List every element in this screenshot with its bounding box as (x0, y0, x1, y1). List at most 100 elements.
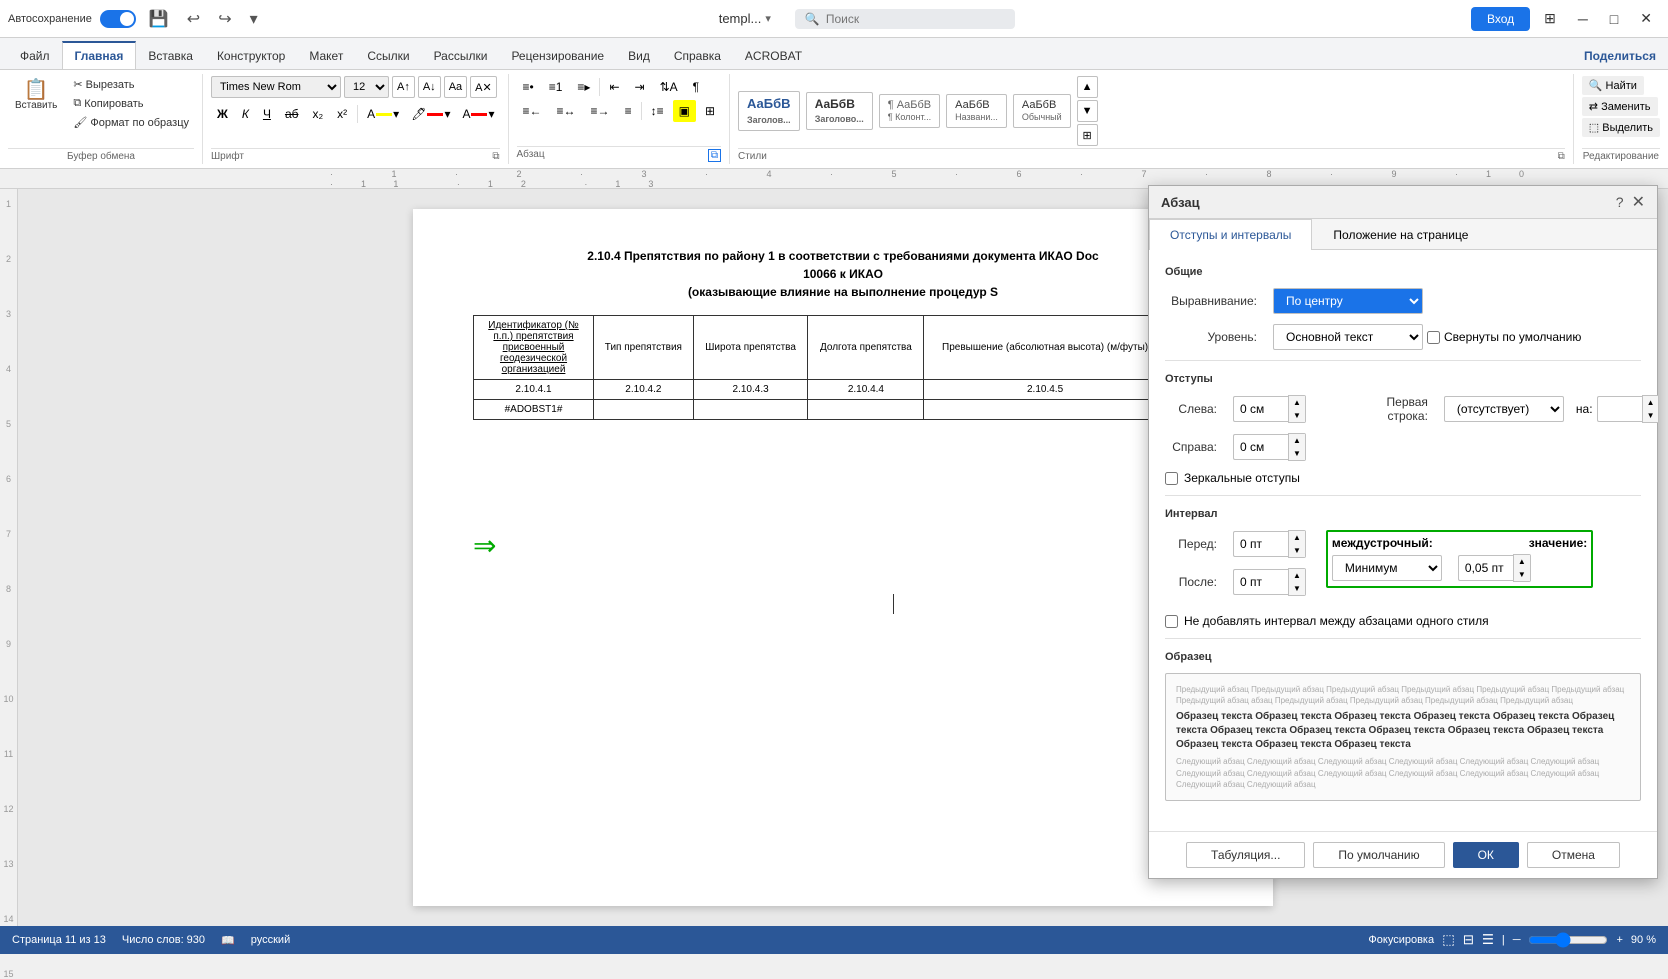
after-input[interactable] (1233, 569, 1288, 595)
style-scroll-down[interactable]: ▼ (1077, 100, 1098, 122)
redo-button[interactable]: ↪ (213, 7, 236, 31)
font-size-decrease-button[interactable]: A↓ (418, 76, 441, 98)
line-value-down-button[interactable]: ▼ (1514, 568, 1530, 581)
bullet-list-button[interactable]: ≡• (517, 76, 540, 98)
tab-view[interactable]: Вид (616, 41, 662, 69)
tab-file[interactable]: Файл (8, 41, 62, 69)
style-scroll-up[interactable]: ▲ (1077, 76, 1098, 98)
before-input[interactable] (1233, 531, 1288, 557)
right-down-button[interactable]: ▼ (1289, 447, 1305, 460)
change-case-button[interactable]: Aa (444, 76, 467, 98)
numbered-list-button[interactable]: ≡1 (543, 76, 569, 98)
on-up-button[interactable]: ▲ (1643, 396, 1659, 409)
align-center-button[interactable]: ≡↔ (551, 100, 582, 122)
highlight-dropdown[interactable]: ▾ (444, 107, 450, 121)
line-value-up-button[interactable]: ▲ (1514, 555, 1530, 568)
bold-button[interactable]: Ж (211, 103, 234, 125)
line-spacing-select[interactable]: Минимум (1332, 555, 1442, 581)
decrease-indent-button[interactable]: ⇤ (603, 76, 625, 98)
customize-button[interactable]: ▾ (245, 7, 263, 31)
strikethrough-button[interactable]: аб (279, 103, 305, 125)
tab-insert[interactable]: Вставка (136, 41, 205, 69)
style-normal[interactable]: АаБбВОбычный (1013, 94, 1071, 128)
cut-button[interactable]: ✂ Вырезать (68, 76, 194, 93)
font-color-button[interactable]: A ▾ (362, 103, 404, 125)
font-color-dropdown[interactable]: ▾ (393, 107, 399, 121)
paste-button[interactable]: 📋 Вставить (8, 76, 64, 115)
tab-design[interactable]: Конструктор (205, 41, 297, 69)
highlight-color-button[interactable]: 🖊 ▾ (406, 103, 455, 125)
show-marks-button[interactable]: ¶ (687, 76, 705, 98)
format-copy-button[interactable]: 🖌 Формат по образцу (68, 114, 194, 131)
tab-review[interactable]: Рецензирование (499, 41, 616, 69)
undo-button[interactable]: ↩ (182, 7, 205, 31)
align-left-button[interactable]: ≡← (517, 100, 548, 122)
collapsed-checkbox[interactable] (1427, 331, 1440, 344)
after-down-button[interactable]: ▼ (1289, 582, 1305, 595)
paragraph-dialog-launcher[interactable]: ⧉ (708, 149, 721, 162)
tab-help[interactable]: Справка (662, 41, 733, 69)
autosave-toggle[interactable] (100, 10, 136, 28)
line-value-input[interactable] (1458, 555, 1513, 581)
indents-left-group: Слева: ▲ ▼ Справа: (1165, 395, 1306, 471)
tab-layout[interactable]: Макет (297, 41, 355, 69)
style-heading2[interactable]: АаБбВЗаголово... (806, 92, 873, 130)
right-input[interactable] (1233, 434, 1288, 460)
alignment-select[interactable]: По центру (1273, 288, 1423, 314)
filename-dropdown-icon[interactable]: ▾ (765, 12, 771, 25)
after-up-button[interactable]: ▲ (1289, 569, 1305, 582)
mirror-checkbox[interactable] (1165, 472, 1178, 485)
ok-button[interactable]: ОК (1453, 842, 1519, 868)
font-name-select[interactable]: Times New Rom (211, 76, 341, 98)
style-colontitle[interactable]: ¶ АаБбВ¶ Колонт... (879, 94, 940, 128)
font-dialog-launcher[interactable]: ⧉ (492, 151, 499, 162)
first-line-select[interactable]: (отсутствует) (1444, 396, 1564, 422)
before-down-button[interactable]: ▼ (1289, 544, 1305, 557)
tab-page-position[interactable]: Положение на странице (1312, 219, 1489, 250)
text-color-dropdown[interactable]: ▾ (488, 107, 494, 121)
sort-button[interactable]: ⇅A (654, 76, 684, 98)
border-button[interactable]: ⊞ (699, 100, 721, 122)
font-size-select[interactable]: 12 (344, 76, 389, 98)
dialog-close-button[interactable]: ✕ (1632, 192, 1645, 212)
search-box[interactable]: 🔍 (795, 9, 1015, 29)
no-add-spacing-checkbox[interactable] (1165, 615, 1178, 628)
left-up-button[interactable]: ▲ (1289, 396, 1305, 409)
line-spacing-button[interactable]: ↕≡ (645, 100, 670, 122)
text-color-button[interactable]: A ▾ (457, 103, 499, 125)
italic-button[interactable]: К (236, 103, 255, 125)
tab-references[interactable]: Ссылки (355, 41, 421, 69)
shading-button[interactable]: ▣ (673, 100, 696, 122)
right-up-button[interactable]: ▲ (1289, 434, 1305, 447)
increase-indent-button[interactable]: ⇥ (629, 76, 651, 98)
on-down-button[interactable]: ▼ (1643, 409, 1659, 422)
spacing-section-title: Интервал (1165, 508, 1641, 520)
underline-button[interactable]: Ч (257, 103, 277, 125)
cancel-button[interactable]: Отмена (1527, 842, 1620, 868)
tabs-button[interactable]: Табуляция... (1186, 842, 1305, 868)
on-input[interactable] (1597, 396, 1642, 422)
style-title[interactable]: АаБбВНазвани... (946, 94, 1007, 128)
justify-button[interactable]: ≡ (619, 100, 638, 122)
multilevel-list-button[interactable]: ≡▸ (571, 76, 596, 98)
default-button[interactable]: По умолчанию (1313, 842, 1444, 868)
align-right-button[interactable]: ≡→ (585, 100, 616, 122)
left-input[interactable] (1233, 396, 1288, 422)
tab-mailings[interactable]: Рассылки (422, 41, 500, 69)
style-expand[interactable]: ⊞ (1077, 124, 1098, 146)
subscript-button[interactable]: x₂ (306, 103, 329, 125)
tab-home[interactable]: Главная (62, 41, 137, 69)
before-up-button[interactable]: ▲ (1289, 531, 1305, 544)
style-heading1[interactable]: АаБбВЗаголов... (738, 91, 800, 131)
tab-indents-spacing[interactable]: Отступы и интервалы (1149, 219, 1312, 250)
tab-acrobat[interactable]: ACROBAT (733, 41, 814, 69)
superscript-button[interactable]: x² (331, 103, 353, 125)
font-size-increase-button[interactable]: A↑ (392, 76, 415, 98)
left-down-button[interactable]: ▼ (1289, 409, 1305, 422)
search-input[interactable] (826, 12, 986, 26)
copy-button[interactable]: ⧉ Копировать (68, 95, 194, 112)
clear-format-button[interactable]: A✕ (470, 76, 497, 98)
level-select[interactable]: Основной текст (1273, 324, 1423, 350)
save-button[interactable]: 💾 (144, 7, 174, 31)
dialog-help-button[interactable]: ? (1616, 194, 1624, 210)
